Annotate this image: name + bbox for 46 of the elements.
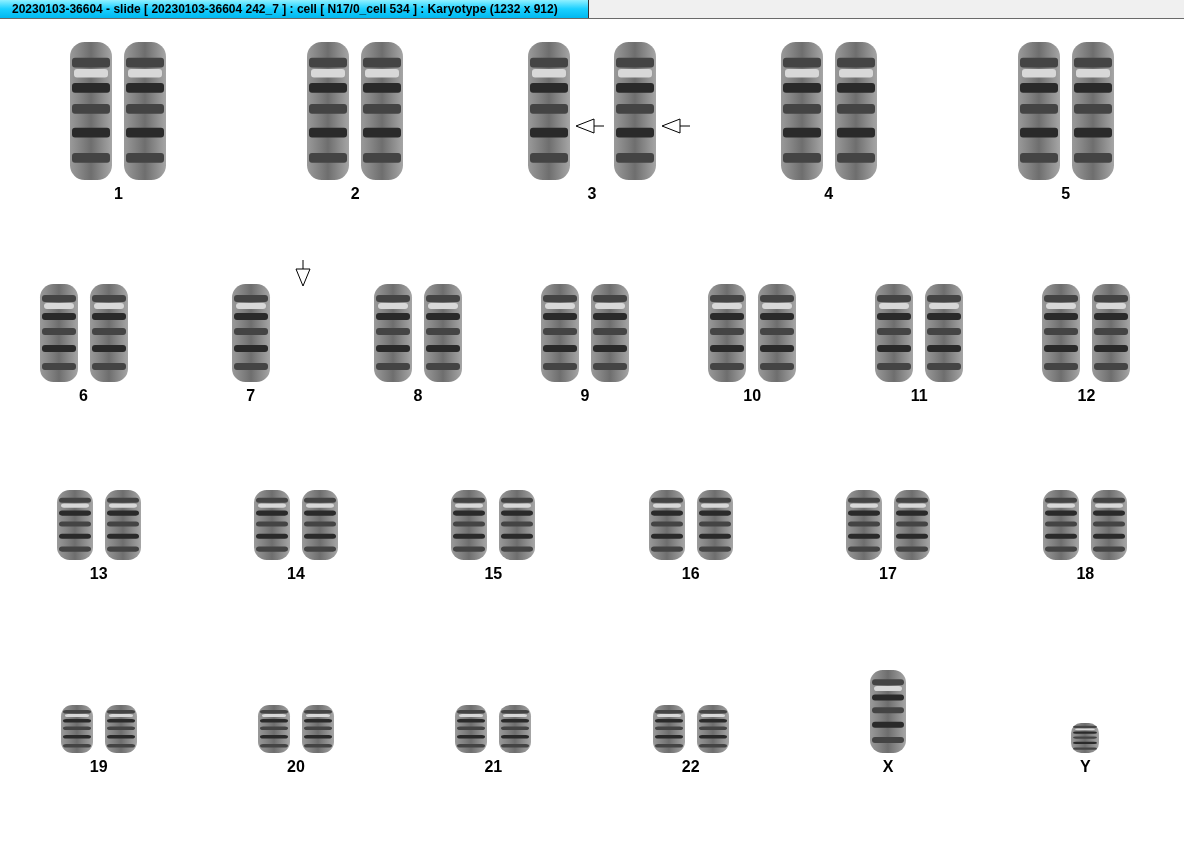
chromosome-drawing <box>454 704 489 754</box>
window-title: 20230103-36604 - slide [ 20230103-36604 242_7 ] : cell [ N17/0_cell 534 ] : Karyotype (1232 x 912) <box>0 0 589 18</box>
chromosome-drawing <box>103 489 142 561</box>
chromosome-number: 21 <box>484 758 503 776</box>
chromosome-number: 20 <box>287 758 305 776</box>
chromosome-number: 5 <box>1061 185 1071 203</box>
chromosome-number: 4 <box>824 185 834 203</box>
chromosome-number: 2 <box>350 185 360 203</box>
chromosome-number: 8 <box>413 387 423 405</box>
chromosome-number: 14 <box>287 565 305 583</box>
chromosome-drawing <box>893 489 931 561</box>
chromosome-drawing <box>103 704 138 754</box>
chromosome-number: 9 <box>580 387 590 405</box>
chromosome-number: 17 <box>879 565 897 583</box>
chromosome-number: 15 <box>484 565 503 583</box>
chromosome-number: 13 <box>89 565 108 583</box>
chromosome-drawing <box>1042 489 1081 561</box>
chromosome-number: 7 <box>246 387 256 405</box>
chromosome-number: 22 <box>681 758 700 776</box>
chromosome-drawing <box>845 489 883 561</box>
chromosome-number: 1 <box>113 185 123 203</box>
chromosome-drawing <box>651 704 686 754</box>
chromosome-drawing <box>498 489 537 561</box>
chromosome-drawing <box>450 489 489 561</box>
chromosome-drawing <box>301 704 335 754</box>
chromosome-drawing <box>1070 722 1101 754</box>
chromosome-drawing <box>301 489 339 561</box>
chromosome-number: 12 <box>1077 387 1096 405</box>
chromosome-drawing <box>253 489 291 561</box>
chromosome-drawing <box>695 704 730 754</box>
chromosome-drawing <box>1090 489 1129 561</box>
chromosome-number: 19 <box>89 758 108 776</box>
chromosome-number: X <box>882 758 894 776</box>
chromosome-number: 3 <box>587 185 597 203</box>
chromosome-number: 6 <box>79 387 88 405</box>
chromosome-drawing <box>498 704 533 754</box>
chromosome-drawing <box>695 489 734 561</box>
chromosome-number: 18 <box>1076 565 1095 583</box>
chromosome-drawing <box>257 704 291 754</box>
chromosome-number: 16 <box>681 565 700 583</box>
chromosome-drawing <box>59 704 94 754</box>
chromosome-number: Y <box>1080 758 1091 776</box>
chromosome-number: 11 <box>910 387 928 405</box>
chromosome-drawing <box>647 489 686 561</box>
chromosome-drawing <box>55 489 94 561</box>
chromosome-number: 10 <box>743 387 762 405</box>
